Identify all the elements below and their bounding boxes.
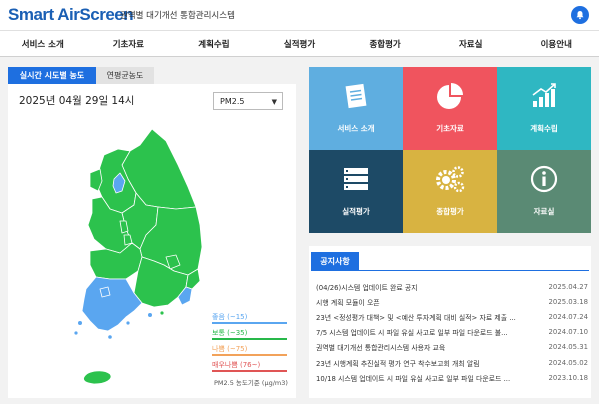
notice-date: 2024.07.10 — [548, 328, 588, 337]
tab-realtime-concentration[interactable]: 실시간 시도별 농도 — [8, 67, 96, 84]
nav-user-guide[interactable]: 이용안내 — [513, 31, 599, 56]
tile-label: 실적평가 — [342, 207, 370, 216]
tile-overall-evaluation[interactable]: 종합평가 — [403, 150, 497, 233]
site-subtitle: 권역별 대기개선 통합관리시스템 — [120, 11, 235, 21]
notice-title: (04/26)시스템 업데이트 완료 공지 — [316, 283, 418, 292]
info-icon — [530, 165, 558, 193]
legend-unit-note: PM2.5 농도기준 (μg/m3) — [214, 379, 288, 387]
list-icon — [344, 168, 368, 190]
tile-label: 종합평가 — [436, 207, 464, 216]
bell-icon — [576, 11, 584, 20]
legend-bad: 나쁨 (~75) — [212, 344, 287, 356]
notification-button[interactable] — [571, 6, 589, 24]
tab-annual-average[interactable]: 연평균농도 — [96, 67, 154, 84]
pie-chart-icon — [437, 83, 463, 109]
nav-service-intro[interactable]: 서비스 소개 — [0, 31, 86, 56]
pollutant-select-value: PM2.5 — [220, 96, 245, 106]
legend-moderate: 보통 (~35) — [212, 328, 287, 340]
legend-good: 좋음 (~15) — [212, 312, 287, 324]
island — [126, 321, 130, 325]
nav-planning[interactable]: 계획수립 — [171, 31, 257, 56]
notice-title: 23년 <정성평가 대책> 및 <예산 투자계획 대비 실적> 자료 제출 ..… — [316, 313, 516, 322]
concentration-legend: 좋음 (~15) 보통 (~35) 나쁨 (~75) 매우나쁨 (76~) — [212, 312, 287, 376]
island — [160, 311, 164, 315]
island — [108, 335, 112, 339]
tile-service-intro[interactable]: 서비스 소개 — [309, 67, 403, 150]
notice-item[interactable]: 10/18 시스템 업데이트 시 파일 유실 사고로 일부 파일 다운로드 ..… — [316, 370, 588, 385]
pollutant-select[interactable]: PM2.5 ▼ — [213, 92, 283, 110]
region-gwangju[interactable] — [99, 286, 111, 298]
region-jeju[interactable] — [83, 370, 112, 385]
notice-item[interactable]: 23년 <정성평가 대책> 및 <예산 투자계획 대비 실적> 자료 제출 ..… — [316, 309, 588, 324]
logo[interactable]: Smart AirScreen — [8, 5, 134, 25]
notice-title: 7/5 시스템 업데이트 시 파일 유실 사고로 일부 파일 다운로드 불... — [316, 329, 508, 338]
tile-label: 자료실 — [533, 207, 555, 216]
quick-menu-tiles: 서비스 소개 기초자료 계획수립 실적평가 종합평가 자료실 — [309, 67, 591, 233]
tile-performance[interactable]: 실적평가 — [309, 150, 403, 233]
nav-performance[interactable]: 실적평가 — [257, 31, 343, 56]
logo-text-smart: Smart — [8, 5, 58, 24]
notice-tab[interactable]: 공지사항 — [311, 252, 359, 270]
notice-date: 2024.07.24 — [548, 312, 588, 321]
korea-map — [74, 128, 203, 385]
bar-chart-icon — [532, 83, 556, 107]
island — [74, 331, 78, 335]
notice-item[interactable]: 시행 계획 모듈이 오픈 2025.03.18 — [316, 294, 588, 309]
notice-title: 23년 시행계획 추진실적 평가 연구 착수보고회 개최 알림 — [316, 359, 480, 368]
tile-basic-data[interactable]: 기초자료 — [403, 67, 497, 150]
notice-item[interactable]: 7/5 시스템 업데이트 시 파일 유실 사고로 일부 파일 다운로드 불...… — [316, 325, 588, 340]
notice-divider — [311, 270, 589, 271]
tile-label: 계획수립 — [530, 124, 558, 133]
notice-item[interactable]: 권역별 대기개선 통합관리시스템 사용자 교육 2024.05.31 — [316, 340, 588, 355]
notice-title: 10/18 시스템 업데이트 시 파일 유실 사고로 일부 파일 다운로드 ..… — [316, 374, 511, 383]
notice-item[interactable]: (04/26)시스템 업데이트 완료 공지 2025.04.27 — [316, 279, 588, 294]
main-nav: 서비스 소개 기초자료 계획수립 실적평가 종합평가 자료실 이용안내 — [0, 31, 599, 56]
document-icon — [345, 83, 367, 109]
measurement-datetime: 2025년 04월 29일 14시 — [19, 95, 135, 107]
notice-date: 2025.03.18 — [548, 297, 588, 306]
nav-overall-evaluation[interactable]: 종합평가 — [342, 31, 428, 56]
notice-title: 권역별 대기개선 통합관리시스템 사용자 교육 — [316, 344, 446, 353]
island — [78, 321, 82, 325]
island — [148, 313, 152, 317]
notice-item[interactable]: 23년 시행계획 추진실적 평가 연구 착수보고회 개최 알림 2024.05.0… — [316, 355, 588, 370]
nav-archive[interactable]: 자료실 — [428, 31, 514, 56]
tile-archive[interactable]: 자료실 — [497, 150, 591, 233]
notice-list: (04/26)시스템 업데이트 완료 공지 2025.04.27 시행 계획 모듈… — [316, 279, 588, 385]
gears-icon — [436, 166, 465, 193]
caret-down-icon: ▼ — [271, 98, 277, 106]
notice-date: 2024.05.02 — [548, 358, 588, 367]
notice-date: 2023.10.18 — [548, 373, 588, 382]
nav-basic-data[interactable]: 기초자료 — [86, 31, 172, 56]
notice-date: 2024.05.31 — [548, 343, 588, 352]
tile-planning[interactable]: 계획수립 — [497, 67, 591, 150]
legend-very-bad: 매우나쁨 (76~) — [212, 360, 287, 372]
notice-title: 시행 계획 모듈이 오픈 — [316, 298, 380, 307]
logo-text-air: Air — [57, 5, 80, 24]
tile-label: 기초자료 — [436, 124, 464, 133]
notice-date: 2025.04.27 — [548, 282, 588, 291]
tile-label: 서비스 소개 — [337, 124, 375, 133]
region-jeonnam[interactable] — [81, 276, 143, 332]
